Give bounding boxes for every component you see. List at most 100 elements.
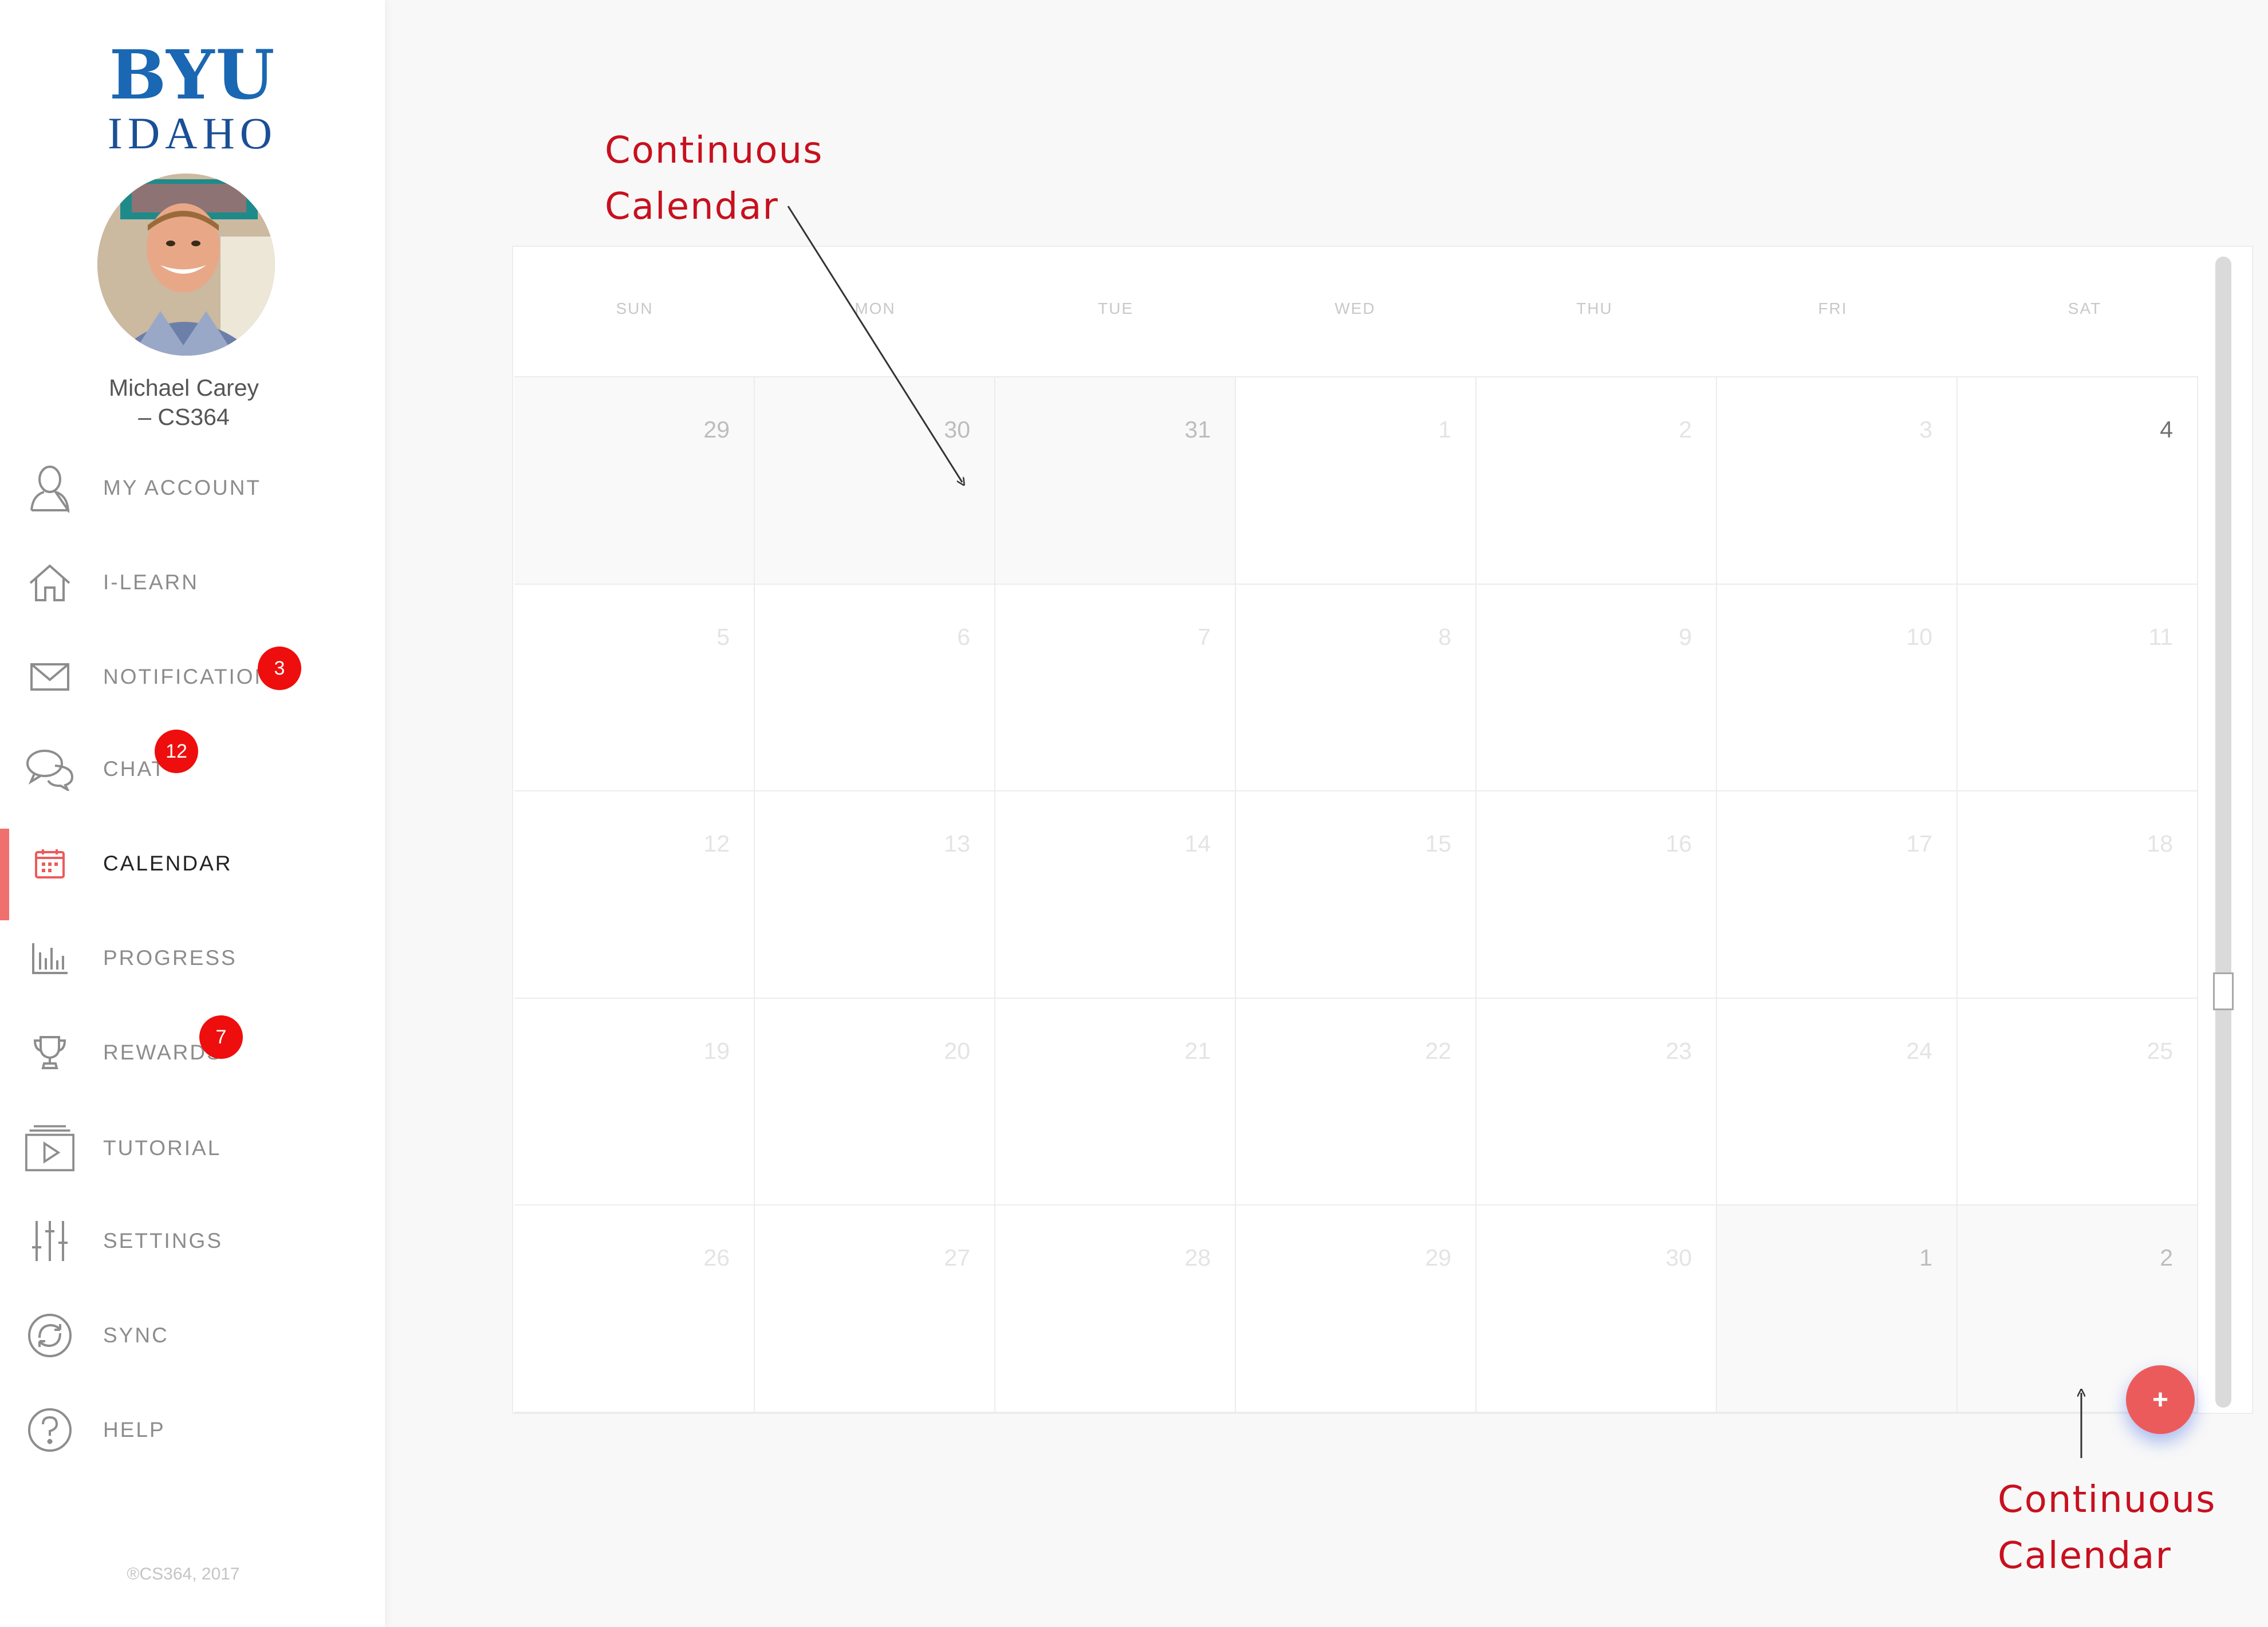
day-cell[interactable]: 7: [995, 584, 1236, 792]
day-cell[interactable]: 30: [1476, 1206, 1717, 1413]
weekday-wed: WED: [1334, 300, 1376, 317]
nav-label-i-learn: I-LEARN: [103, 570, 199, 594]
calendar-grid: 29 30 31 1 2 3 4 5 6 7 8 9 10 11 12 13 1…: [514, 376, 2198, 1413]
nav-item-calendar[interactable]: CALENDAR: [0, 821, 385, 920]
day-cell[interactable]: 31: [995, 377, 1236, 585]
nav-item-i-learn[interactable]: I-LEARN: [0, 539, 385, 625]
day-cell[interactable]: 22: [1236, 998, 1476, 1206]
annotation-top-line1: Continuous: [605, 129, 824, 172]
day-cell[interactable]: 10: [1717, 584, 1958, 792]
calendar-scrollbar[interactable]: [2215, 257, 2231, 1408]
weekday-sun: SUN: [616, 300, 653, 317]
day-number: 30: [944, 416, 970, 443]
video-icon: [25, 1124, 74, 1173]
nav-item-tutorial[interactable]: TUTORIAL: [0, 1105, 385, 1191]
nav-item-help[interactable]: HELP: [0, 1387, 385, 1473]
day-cell[interactable]: 26: [514, 1206, 755, 1413]
day-cell[interactable]: 25: [1958, 998, 2198, 1206]
day-number: 13: [944, 830, 970, 857]
day-cell[interactable]: 2: [1476, 377, 1717, 585]
day-cell[interactable]: 27: [755, 1206, 995, 1413]
chat-badge: 12: [155, 730, 198, 773]
notifications-badge: 3: [258, 647, 301, 690]
day-cell[interactable]: 6: [755, 584, 995, 792]
day-cell[interactable]: 20: [755, 998, 995, 1206]
day-cell[interactable]: 8: [1236, 584, 1476, 792]
day-number: 11: [2148, 623, 2173, 650]
day-cell[interactable]: 1: [1236, 377, 1476, 585]
nav-item-sync[interactable]: SYNC: [0, 1293, 385, 1378]
user-name-line2: – CS364: [138, 404, 230, 430]
day-number: 17: [1906, 830, 1932, 857]
weekday-thu: THU: [1576, 300, 1613, 317]
mail-icon: [25, 652, 74, 702]
nav-item-chat[interactable]: CHAT 12: [0, 726, 385, 812]
day-cell[interactable]: 11: [1958, 584, 2198, 792]
day-cell[interactable]: 18: [1958, 791, 2198, 999]
day-cell[interactable]: 16: [1476, 791, 1717, 999]
avatar[interactable]: [97, 174, 275, 356]
day-cell[interactable]: 15: [1236, 791, 1476, 999]
sync-icon: [25, 1311, 74, 1360]
annotation-bottom-line2: Calendar: [1998, 1535, 2172, 1577]
weekday-sat: SAT: [2068, 300, 2102, 317]
logo-byu-text: BYU: [109, 35, 276, 115]
day-cell[interactable]: 21: [995, 998, 1236, 1206]
nav-item-progress[interactable]: PROGRESS: [0, 915, 385, 1001]
day-number: 4: [2160, 416, 2173, 443]
day-cell[interactable]: 24: [1717, 998, 1958, 1206]
user-name: Michael Carey – CS364: [0, 373, 368, 432]
day-number: 2: [1679, 416, 1692, 443]
day-cell[interactable]: 5: [514, 584, 755, 792]
logo-idaho-text: IDAHO: [107, 108, 278, 158]
annotation-top-line2: Calendar: [605, 186, 779, 228]
day-cell[interactable]: 29: [1236, 1206, 1476, 1413]
weekday-fri: FRI: [1818, 300, 1848, 317]
day-number: 3: [1919, 416, 1932, 443]
calendar-icon: [25, 839, 74, 888]
calendar: SUN MON TUE WED THU FRI SAT 29 30 31 1 2…: [512, 246, 2253, 1414]
annotation-bottom: Continuous Calendar: [1998, 1472, 2216, 1584]
day-number: 10: [1906, 623, 1932, 650]
day-cell[interactable]: 14: [995, 791, 1236, 999]
nav-item-notifications[interactable]: NOTIFICATIONS 3: [0, 634, 385, 720]
chat-icon: [25, 744, 74, 794]
rewards-badge: 7: [199, 1015, 243, 1059]
day-cell[interactable]: 1: [1717, 1206, 1958, 1413]
nav-item-settings[interactable]: SETTINGS: [0, 1198, 385, 1284]
day-cell[interactable]: 28: [995, 1206, 1236, 1413]
day-number: 23: [1665, 1037, 1692, 1064]
annotation-bottom-line1: Continuous: [1998, 1479, 2216, 1521]
nav-label-tutorial: TUTORIAL: [103, 1136, 222, 1160]
nav-item-rewards[interactable]: REWARDS 7: [0, 1010, 385, 1096]
day-cell[interactable]: 23: [1476, 998, 1717, 1206]
sliders-icon: [25, 1216, 74, 1266]
trophy-icon: [25, 1028, 74, 1077]
day-cell[interactable]: 4: [1958, 377, 2198, 585]
day-cell[interactable]: 9: [1476, 584, 1717, 792]
scrollbar-thumb[interactable]: [2213, 972, 2234, 1010]
day-cell[interactable]: 19: [514, 998, 755, 1206]
day-number: 2: [2160, 1244, 2173, 1271]
user-icon: [25, 463, 74, 513]
day-number: 29: [1425, 1244, 1451, 1271]
day-number: 15: [1425, 830, 1451, 857]
day-number: 18: [2147, 830, 2173, 857]
nav-label-help: HELP: [103, 1418, 166, 1441]
day-number: 25: [2147, 1037, 2173, 1064]
weekday-tue: TUE: [1098, 300, 1133, 317]
day-number: 1: [1438, 416, 1451, 443]
add-event-button[interactable]: +: [2126, 1365, 2195, 1434]
day-cell[interactable]: 3: [1717, 377, 1958, 585]
day-number: 31: [1184, 416, 1211, 443]
bar-chart-icon: [25, 933, 74, 983]
nav-label-calendar: CALENDAR: [103, 852, 233, 875]
nav-item-my-account[interactable]: MY ACCOUNT: [0, 445, 385, 531]
day-cell[interactable]: 29: [514, 377, 755, 585]
day-cell[interactable]: 17: [1717, 791, 1958, 999]
day-number: 16: [1665, 830, 1692, 857]
day-cell[interactable]: 30: [755, 377, 995, 585]
day-number: 6: [957, 623, 970, 650]
day-cell[interactable]: 13: [755, 791, 995, 999]
day-cell[interactable]: 12: [514, 791, 755, 999]
